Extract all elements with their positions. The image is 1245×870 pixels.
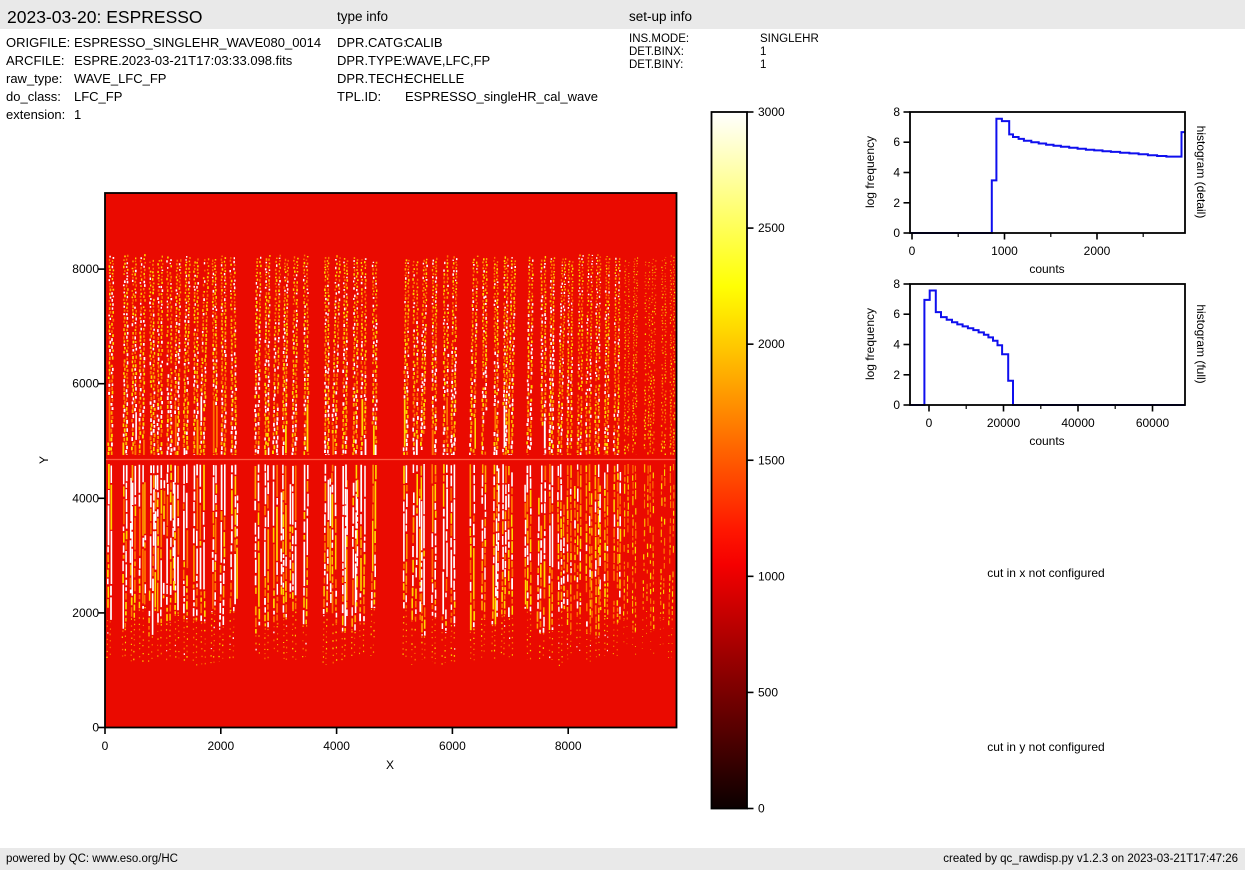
svg-text:60000: 60000	[1136, 416, 1170, 430]
svg-text:4000: 4000	[72, 491, 99, 505]
svg-text:0: 0	[102, 739, 109, 753]
svg-text:cut in y not configured: cut in y not configured	[987, 740, 1104, 754]
svg-text:counts: counts	[1029, 434, 1064, 448]
svg-text:8000: 8000	[72, 262, 99, 276]
svg-text:40000: 40000	[1061, 416, 1095, 430]
svg-text:0: 0	[926, 416, 933, 430]
svg-text:6: 6	[893, 307, 900, 321]
svg-text:500: 500	[758, 685, 778, 699]
svg-text:6000: 6000	[72, 377, 99, 391]
svg-text:4: 4	[893, 166, 900, 180]
svg-text:2000: 2000	[1084, 244, 1111, 258]
svg-text:8000: 8000	[555, 739, 582, 753]
svg-text:20000: 20000	[987, 416, 1021, 430]
svg-text:0: 0	[92, 721, 99, 735]
svg-text:log frequency: log frequency	[863, 136, 877, 208]
svg-text:0: 0	[909, 244, 916, 258]
svg-text:0: 0	[893, 398, 900, 412]
svg-text:counts: counts	[1029, 262, 1064, 276]
svg-text:8: 8	[893, 105, 900, 119]
svg-text:4000: 4000	[323, 739, 350, 753]
svg-text:4: 4	[893, 338, 900, 352]
svg-text:log frequency: log frequency	[863, 308, 877, 380]
svg-text:cut in x not configured: cut in x not configured	[987, 566, 1104, 580]
svg-text:1000: 1000	[991, 244, 1018, 258]
svg-text:0: 0	[893, 226, 900, 240]
svg-text:8: 8	[893, 277, 900, 291]
svg-text:2: 2	[893, 196, 900, 210]
svg-text:Y: Y	[37, 456, 51, 464]
svg-text:1000: 1000	[758, 569, 785, 583]
svg-text:2000: 2000	[207, 739, 234, 753]
svg-text:6: 6	[893, 135, 900, 149]
svg-text:1500: 1500	[758, 453, 785, 467]
svg-text:2000: 2000	[758, 337, 785, 351]
svg-text:2: 2	[893, 368, 900, 382]
svg-text:histogram (full): histogram (full)	[1194, 304, 1208, 383]
svg-text:X: X	[386, 758, 394, 772]
svg-text:0: 0	[758, 802, 765, 816]
svg-text:histogram (detail): histogram (detail)	[1194, 126, 1208, 219]
svg-text:2000: 2000	[72, 606, 99, 620]
svg-text:3000: 3000	[758, 105, 785, 119]
svg-text:2500: 2500	[758, 221, 785, 235]
svg-text:6000: 6000	[439, 739, 466, 753]
